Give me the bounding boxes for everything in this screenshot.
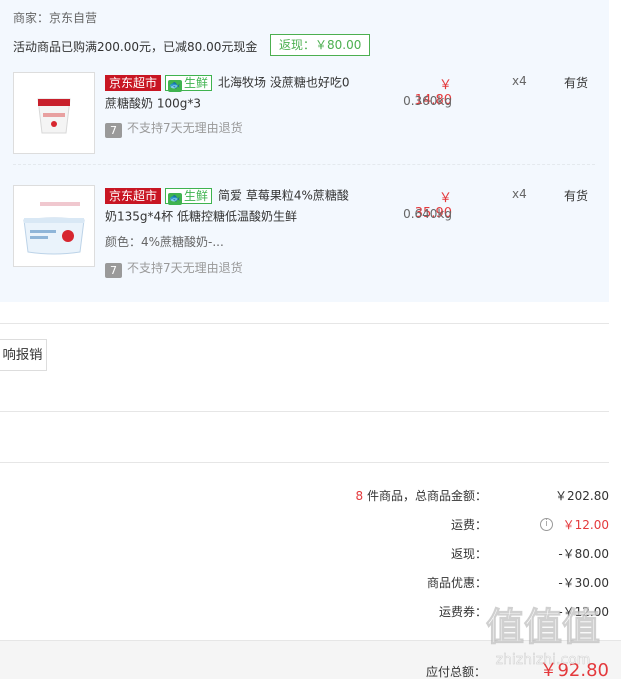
item-title[interactable]: 京东超市 🐟 生鲜 北海牧场 没蔗糖也好吃0蔗糖酸奶 100g*3 (105, 72, 355, 113)
rebate-tag: 返现：￥80.00 (270, 34, 371, 56)
payment-footer: 应付总额： ￥92.80 (0, 640, 621, 679)
item-title[interactable]: 京东超市 🐟 生鲜 简爱 草莓果粒4%蔗糖酸奶135g*4杯 低糖控糖低温酸奶生鲜 (105, 185, 355, 226)
order-panel: 商家：京东自营 活动商品已购满200.00元，已减80.00元现金 返现：￥80… (0, 0, 609, 302)
fish-icon: 🐟 (168, 192, 183, 205)
discount-row: 商品优惠： -￥30.00 (300, 573, 609, 593)
rebate-value: -￥80.00 (558, 547, 609, 561)
item-divider (13, 164, 595, 165)
item-weight: 0.360kg (403, 94, 452, 108)
shipping-coupon-label: 运费券： (438, 605, 487, 619)
jd-supermarket-badge: 京东超市 (105, 74, 162, 91)
discount-value: -￥30.00 (558, 576, 609, 590)
no-7day-return-icon: 7 (105, 123, 122, 138)
yogurt-tub-image (14, 186, 94, 266)
section-divider (0, 462, 609, 463)
info-icon[interactable]: i (540, 518, 553, 531)
shipping-value: ￥12.00 (562, 518, 609, 532)
no-return-text: 不支持7天无理由退货 (127, 121, 243, 135)
item-weight: 0.640kg (403, 207, 452, 221)
section-divider (0, 323, 609, 324)
no-7day-return-icon: 7 (105, 263, 122, 278)
rebate-label: 返现： (450, 547, 487, 561)
promo-text: 活动商品已购满200.00元，已减80.00元现金 (13, 40, 258, 54)
no-return-notice: 7 不支持7天无理由退货 (105, 260, 243, 278)
item-color-spec: 颜色：4%蔗糖酸奶-... (105, 235, 224, 249)
fish-icon: 🐟 (168, 79, 183, 92)
stock-status: 有货 (564, 76, 589, 90)
rebate-row: 返现： -￥80.00 (300, 544, 609, 564)
fresh-badge-label: 生鲜 (184, 188, 209, 203)
product-thumbnail[interactable] (13, 185, 95, 267)
item-quantity: x4 (512, 74, 527, 88)
fresh-badge-label: 生鲜 (184, 75, 209, 90)
total-label: 应付总额： (425, 665, 486, 679)
total-value: ￥92.80 (539, 660, 609, 679)
no-return-notice: 7 不支持7天无理由退货 (105, 120, 243, 138)
jd-supermarket-badge: 京东超市 (105, 187, 162, 204)
item-quantity: x4 (512, 187, 527, 201)
merchant-label: 商家：京东自营 (13, 11, 98, 25)
discount-label: 商品优惠： (426, 576, 487, 590)
goods-total-row: 8 件商品，总商品金额： ￥202.80 (300, 486, 609, 506)
shipping-coupon-value: -￥12.00 (558, 605, 609, 619)
goods-total-label: 8 件商品，总商品金额： (355, 489, 487, 503)
stock-status: 有货 (564, 189, 589, 203)
fresh-badge: 🐟 生鲜 (165, 187, 213, 205)
yogurt-cup-image (14, 73, 94, 153)
no-return-text: 不支持7天无理由退货 (127, 261, 243, 275)
fresh-badge: 🐟 生鲜 (165, 74, 213, 92)
goods-total-value: ￥202.80 (555, 489, 609, 503)
shipping-coupon-row: 运费券： -￥12.00 (300, 602, 609, 622)
reimbursement-button[interactable]: 响报销 (0, 339, 47, 371)
product-thumbnail[interactable] (13, 72, 95, 154)
section-divider (0, 411, 609, 412)
shipping-label: 运费： (450, 518, 487, 532)
shipping-row: 运费： i ￥12.00 (300, 515, 609, 535)
